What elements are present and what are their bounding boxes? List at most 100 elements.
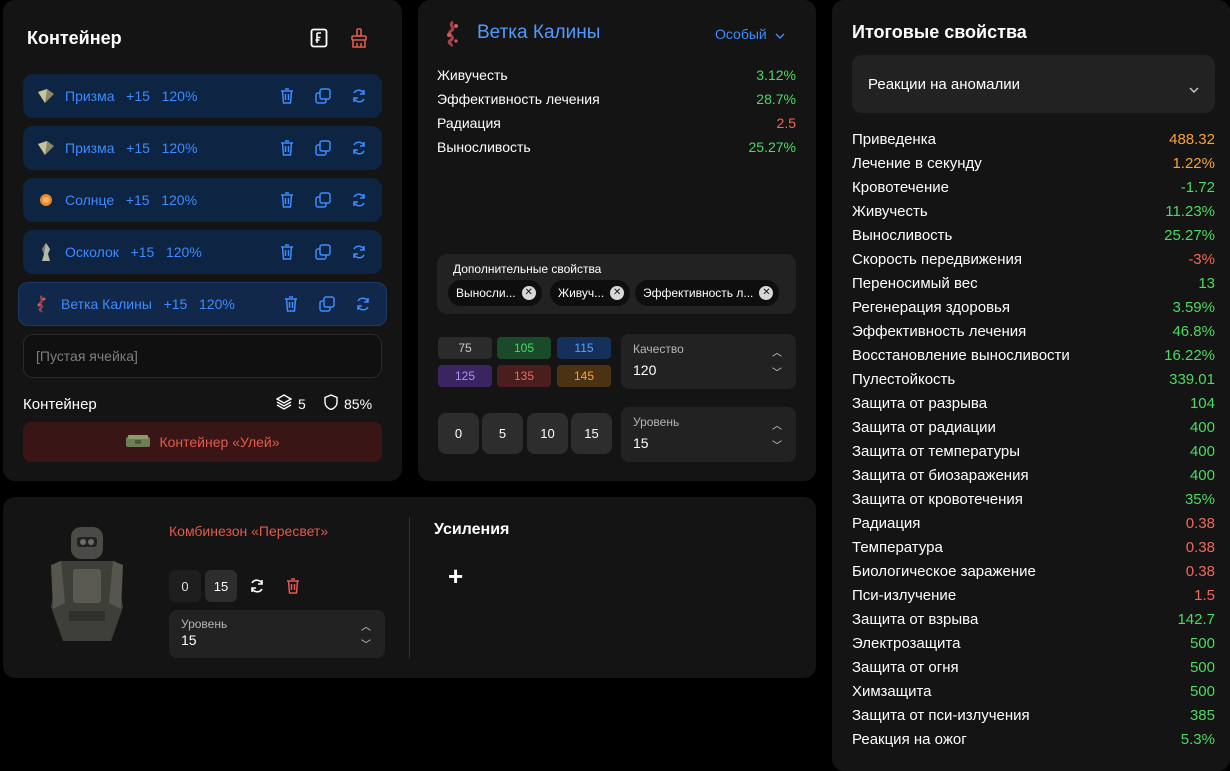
container-slot[interactable]: Призма +15 120% xyxy=(23,126,382,170)
replace-icon[interactable] xyxy=(241,570,273,602)
container-slot[interactable]: Солнце +15 120% xyxy=(23,178,382,222)
totals-row-label: Биологическое заражение xyxy=(852,563,1036,580)
stat-value: 2.5 xyxy=(776,115,796,131)
quality-option[interactable]: 105 xyxy=(497,337,551,359)
level-button[interactable]: 5 xyxy=(482,413,523,454)
trash-icon[interactable] xyxy=(278,191,296,209)
export-icon[interactable] xyxy=(308,27,330,49)
totals-row-label: Защита от взрыва xyxy=(852,611,979,628)
level-button[interactable]: 10 xyxy=(527,413,568,454)
totals-row-label: Лечение в секунду xyxy=(852,155,982,172)
copy-icon[interactable] xyxy=(314,87,332,105)
totals-row: Приведенка 488.32 xyxy=(852,131,1215,148)
suit-panel: Комбинезон «Пересвет» 0 15 Уровень 15 ︿ … xyxy=(3,497,816,678)
totals-row-label: Защита от огня xyxy=(852,659,959,676)
chevron-up-icon[interactable]: ︿ xyxy=(772,417,782,432)
extra-properties[interactable]: Дополнительные свойства Выносли... ✕ Жив… xyxy=(437,254,796,314)
stat-value: 25.27% xyxy=(748,139,796,155)
stat-value: 3.12% xyxy=(756,67,796,83)
chevron-up-icon[interactable]: ︿ xyxy=(772,344,782,359)
quality-stepper[interactable]: Качество 120 ︿ ﹀ xyxy=(621,334,796,389)
totals-row: Кровотечение -1.72 xyxy=(852,179,1215,196)
totals-row-label: Температура xyxy=(852,539,943,556)
totals-row: Биологическое заражение 0.38 xyxy=(852,563,1215,580)
level-button[interactable]: 0 xyxy=(438,413,479,454)
hive-container-label: Контейнер «Улей» xyxy=(159,434,280,450)
chevron-down-icon[interactable]: ﹀ xyxy=(772,437,782,452)
add-boost-button[interactable]: + xyxy=(448,561,463,592)
trash-icon[interactable] xyxy=(278,139,296,157)
chip-label: Выносли... xyxy=(456,286,516,300)
totals-row-value: 35% xyxy=(1184,491,1215,508)
suit-level-button[interactable]: 15 xyxy=(205,570,237,602)
hive-container-button[interactable]: Контейнер «Улей» xyxy=(23,422,382,462)
totals-row: Эффективность лечения 46.8% xyxy=(852,323,1215,340)
rarity-dropdown[interactable]: Особый xyxy=(715,26,785,42)
extra-chip[interactable]: Эффективность л... ✕ xyxy=(635,280,780,306)
chevron-up-icon[interactable]: ︿ xyxy=(361,618,371,633)
quality-option[interactable]: 125 xyxy=(438,365,492,387)
totals-row-value: 46.8% xyxy=(1172,323,1215,340)
quality-option[interactable]: 75 xyxy=(438,337,492,359)
totals-row-label: Переносимый вес xyxy=(852,275,978,292)
extra-chip[interactable]: Выносли... ✕ xyxy=(448,280,542,306)
close-icon[interactable]: ✕ xyxy=(610,286,625,300)
level-stepper[interactable]: Уровень 15 ︿ ﹀ xyxy=(621,407,796,462)
totals-row-label: Радиация xyxy=(852,515,921,532)
replace-icon[interactable] xyxy=(354,295,372,313)
totals-filter-select[interactable]: Реакции на аномалии xyxy=(852,55,1215,113)
container-capacity: 5 xyxy=(275,394,306,413)
totals-row: Защита от огня 500 xyxy=(852,659,1215,676)
capacity-value: 5 xyxy=(298,395,306,412)
totals-row-value: 400 xyxy=(1189,443,1215,460)
replace-icon[interactable] xyxy=(350,243,368,261)
totals-row: Выносливость 25.27% xyxy=(852,227,1215,244)
replace-icon[interactable] xyxy=(350,87,368,105)
slot-upgrade: +15 xyxy=(126,140,150,156)
copy-icon[interactable] xyxy=(314,191,332,209)
totals-row-value: 500 xyxy=(1189,683,1215,700)
close-icon[interactable]: ✕ xyxy=(521,286,536,300)
totals-row-label: Восстановление выносливости xyxy=(852,347,1070,364)
suit-level-label: Уровень xyxy=(181,617,228,631)
totals-row-value: 0.38 xyxy=(1185,539,1215,556)
slot-name: Осколок xyxy=(65,244,119,260)
extra-chip[interactable]: Живуч... ✕ xyxy=(550,280,631,306)
totals-row-value: -1.72 xyxy=(1180,179,1215,196)
container-slot[interactable]: Призма +15 120% xyxy=(23,74,382,118)
empty-slot[interactable]: [Пустая ячейка] xyxy=(23,334,382,378)
copy-icon[interactable] xyxy=(314,139,332,157)
copy-icon[interactable] xyxy=(314,243,332,261)
suit-level-stepper[interactable]: Уровень 15 ︿ ﹀ xyxy=(169,610,385,658)
container-panel: Контейнер Призма +15 120% Призма +15 120… xyxy=(3,0,402,481)
trash-icon[interactable] xyxy=(282,295,300,313)
artifact-panel: Ветка Калины Особый Живучесть 3.12% Эффе… xyxy=(418,0,816,481)
suit-level-button[interactable]: 0 xyxy=(169,570,201,602)
close-icon[interactable]: ✕ xyxy=(759,286,774,300)
copy-icon[interactable] xyxy=(318,295,336,313)
trash-icon[interactable] xyxy=(278,87,296,105)
totals-row: Регенерация здоровья 3.59% xyxy=(852,299,1215,316)
totals-row: Восстановление выносливости 16.22% xyxy=(852,347,1215,364)
replace-icon[interactable] xyxy=(350,191,368,209)
totals-row-value: 400 xyxy=(1189,467,1215,484)
totals-row: Защита от радиации 400 xyxy=(852,419,1215,436)
clear-broom-icon[interactable] xyxy=(348,27,370,49)
level-button[interactable]: 15 xyxy=(571,413,612,454)
chevron-down-icon[interactable]: ﹀ xyxy=(772,364,782,379)
quality-option[interactable]: 115 xyxy=(557,337,611,359)
trash-icon[interactable] xyxy=(277,570,309,602)
quality-option[interactable]: 145 xyxy=(557,365,611,387)
container-slot[interactable]: Осколок +15 120% xyxy=(23,230,382,274)
quality-option[interactable]: 135 xyxy=(497,365,551,387)
totals-row: Лечение в секунду 1.22% xyxy=(852,155,1215,172)
totals-row: Химзащита 500 xyxy=(852,683,1215,700)
replace-icon[interactable] xyxy=(350,139,368,157)
slot-name: Солнце xyxy=(65,192,115,208)
container-slot-selected[interactable]: Ветка Калины +15 120% xyxy=(18,282,387,326)
chevron-down-icon[interactable]: ﹀ xyxy=(361,636,371,651)
layers-icon xyxy=(275,394,293,413)
trash-icon[interactable] xyxy=(278,243,296,261)
stat-label: Радиация xyxy=(437,115,501,131)
totals-row-value: 142.7 xyxy=(1177,611,1215,628)
